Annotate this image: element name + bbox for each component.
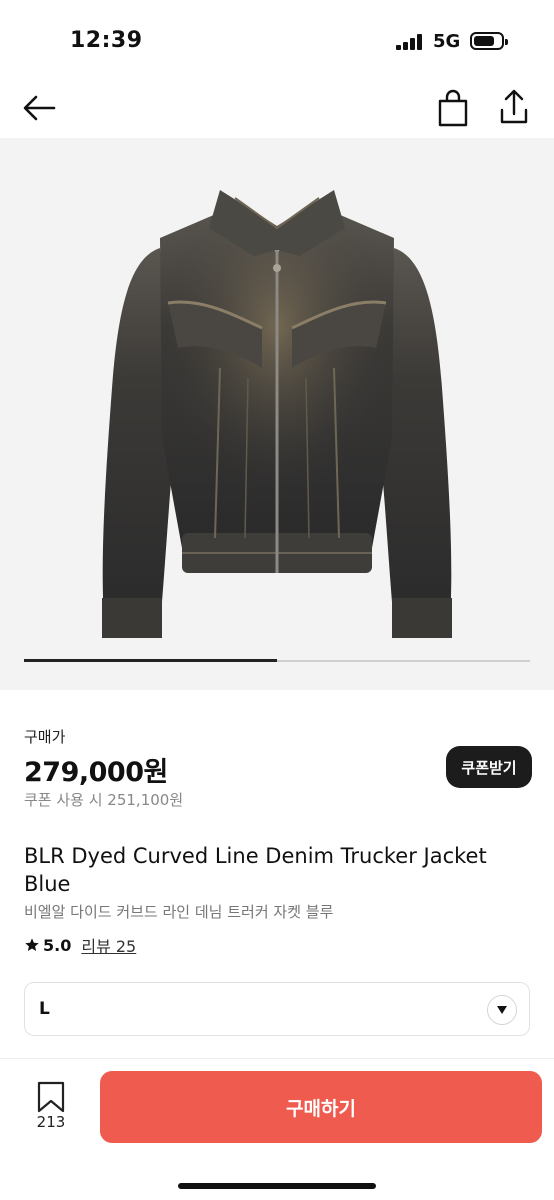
product-title-korean: 비엘알 다이드 커브드 라인 데님 트러커 자켓 블루 xyxy=(24,903,334,921)
rating-row: 5.0 리뷰 25 xyxy=(24,933,136,957)
shopping-bag-icon xyxy=(438,89,468,127)
bookmark-icon xyxy=(37,1081,65,1113)
gallery-progress xyxy=(24,659,530,662)
status-bar: 12:39 5G xyxy=(0,0,554,80)
buy-button[interactable]: 구매하기 xyxy=(100,1071,542,1143)
size-select-value: L xyxy=(39,999,50,1019)
review-link[interactable]: 리뷰 25 xyxy=(81,933,136,957)
bookmark-count: 213 xyxy=(36,1113,66,1131)
back-button[interactable] xyxy=(20,88,60,128)
coupon-button[interactable]: 쿠폰받기 xyxy=(446,746,532,788)
status-time: 12:39 xyxy=(70,28,143,53)
price: 279,000원 xyxy=(24,757,168,788)
cart-button[interactable] xyxy=(434,88,472,128)
battery-icon xyxy=(470,32,508,50)
home-indicator xyxy=(178,1183,376,1189)
product-image-gallery[interactable] xyxy=(0,138,554,690)
denim-jacket-photo xyxy=(102,190,452,638)
gallery-progress-fill xyxy=(24,659,277,662)
bottom-action-bar: 213 구매하기 xyxy=(0,1058,554,1200)
share-button[interactable] xyxy=(494,86,534,128)
coupon-price-note: 쿠폰 사용 시 251,100원 xyxy=(24,791,184,809)
share-icon xyxy=(500,89,528,124)
price-label: 구매가 xyxy=(24,728,66,746)
arrow-left-icon xyxy=(23,95,56,121)
top-nav xyxy=(0,80,554,136)
chevron-down-icon xyxy=(487,995,517,1025)
size-select[interactable]: L xyxy=(24,982,530,1036)
product-title: BLR Dyed Curved Line Denim Trucker Jacke… xyxy=(24,844,487,896)
rating-value: 5.0 xyxy=(43,935,72,955)
star-icon xyxy=(25,938,39,951)
network-label: 5G xyxy=(433,31,461,52)
signal-icon xyxy=(396,34,424,50)
